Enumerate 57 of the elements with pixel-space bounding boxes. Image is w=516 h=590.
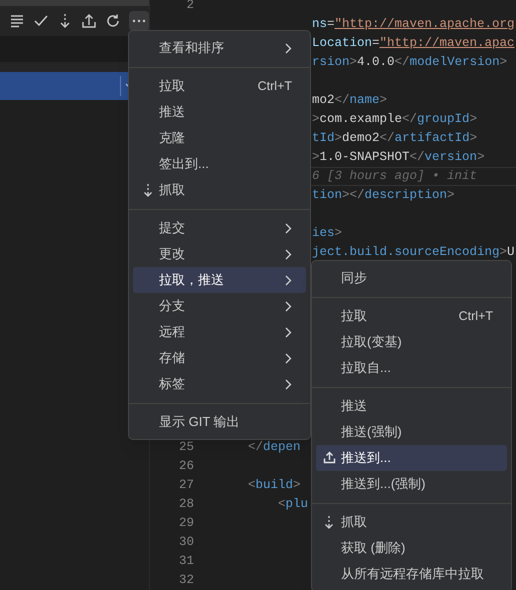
menu-item[interactable]: 远程 bbox=[133, 319, 306, 345]
menu-item[interactable]: 显示 GIT 输出 bbox=[133, 409, 306, 435]
menu-item[interactable]: 更改 bbox=[133, 241, 306, 267]
menu-item[interactable]: 签出到... bbox=[133, 151, 306, 177]
code-line: ies> bbox=[312, 225, 342, 242]
code-line: >com.example</groupId> bbox=[312, 111, 478, 128]
line-number: 29 bbox=[178, 515, 195, 532]
menu-item[interactable]: 克隆 bbox=[133, 125, 306, 151]
menu-item[interactable]: 标签 bbox=[133, 371, 306, 397]
line-number: 26 bbox=[178, 458, 195, 476]
code-line: ns="http://maven.apache.org bbox=[312, 16, 515, 34]
menu-item[interactable]: 拉取 Ctrl+T bbox=[316, 303, 507, 329]
code-line: <build> bbox=[247, 477, 301, 494]
menu-item[interactable]: 推送到...(强制) bbox=[316, 471, 507, 497]
menu-item[interactable]: 拉取 Ctrl+T bbox=[133, 73, 306, 99]
menu-item[interactable]: 从所有远程存储库中拉取 bbox=[316, 561, 507, 587]
code-line: Location="http://maven.apac bbox=[312, 35, 515, 52]
menu-item[interactable]: 抓取 bbox=[133, 177, 306, 203]
dotted-down-arrow-icon bbox=[142, 183, 154, 197]
line-number: 25 bbox=[178, 439, 195, 456]
more-button[interactable] bbox=[129, 11, 149, 31]
code-line: 6 [3 hours ago] • init bbox=[312, 168, 478, 186]
menu-item[interactable]: 抓取 bbox=[316, 509, 507, 535]
menu-item[interactable]: 查看和排序 bbox=[133, 35, 306, 61]
menu-item[interactable]: 推送到... bbox=[316, 445, 507, 471]
upload-icon[interactable] bbox=[81, 13, 97, 29]
line-number: 32 bbox=[178, 572, 195, 590]
code-line: >1.0-SNAPSHOT</version> bbox=[312, 149, 485, 166]
check-icon[interactable] bbox=[33, 14, 49, 28]
menu-item[interactable]: 分支 bbox=[133, 293, 306, 319]
list-icon[interactable] bbox=[9, 14, 25, 28]
menu-item[interactable]: 存储 bbox=[133, 345, 306, 371]
upload-icon bbox=[323, 451, 336, 464]
code-line: mo2</name> bbox=[312, 92, 388, 110]
code-line: rsion>4.0.0</modelVersion> bbox=[312, 54, 508, 72]
line-number: 27 bbox=[178, 477, 195, 494]
code-line: tId>demo2</artifactId> bbox=[312, 130, 478, 148]
dotted-down-arrow-icon bbox=[323, 515, 335, 529]
menu-item[interactable]: 拉取，推送 bbox=[133, 267, 306, 293]
menu-item[interactable]: 同步 bbox=[316, 265, 507, 291]
line-number: 31 bbox=[178, 553, 195, 570]
code-line: </depen bbox=[247, 439, 301, 456]
menu-item[interactable]: 推送(强制) bbox=[316, 419, 507, 445]
line-number: 28 bbox=[178, 496, 195, 514]
code-line: <plu bbox=[277, 496, 308, 514]
line-number: 2 bbox=[185, 0, 195, 14]
more-icon bbox=[132, 19, 146, 23]
menu-item[interactable]: 提交 bbox=[133, 215, 306, 241]
menu-item[interactable]: 获取 (删除) bbox=[316, 535, 507, 561]
line-number: 30 bbox=[178, 534, 195, 552]
menu-item[interactable]: 推送 bbox=[133, 99, 306, 125]
code-line: ject.build.sourceEncoding>U bbox=[312, 244, 515, 262]
menu-item[interactable]: 拉取(变基) bbox=[316, 329, 507, 355]
menu-item[interactable]: 拉取自... bbox=[316, 355, 507, 381]
code-line: tion></description> bbox=[312, 187, 455, 204]
refresh-icon[interactable] bbox=[105, 13, 121, 29]
menu-item[interactable]: 推送 bbox=[316, 393, 507, 419]
